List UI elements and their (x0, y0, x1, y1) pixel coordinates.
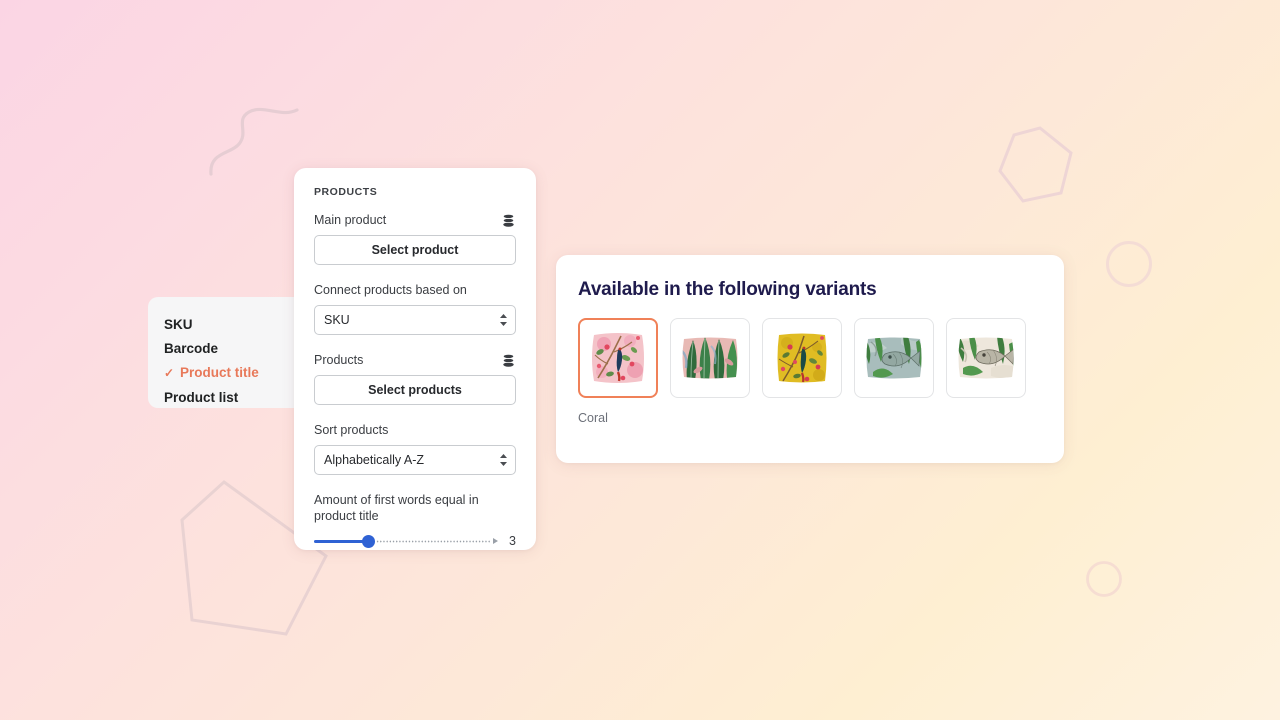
sort-products-select[interactable]: Alphabetically A-Z (314, 445, 516, 475)
squiggle-line-icon (205, 100, 305, 180)
connect-basis-row: Connect products based on (314, 282, 516, 299)
menu-item-label: SKU (164, 317, 193, 332)
check-icon: ✓ (164, 366, 175, 380)
slider-filled-track (314, 540, 364, 543)
slider-end-arrow-icon (493, 538, 498, 545)
circle-outline-icon (1085, 560, 1123, 598)
products-settings-card: PRODUCTS Main product Select product Con… (294, 168, 536, 550)
slider-remaining-track (376, 540, 491, 543)
select-product-button[interactable]: Select product (314, 235, 516, 265)
menu-item-product-title[interactable]: ✓ Product title (148, 363, 304, 383)
variants-heading: Available in the following variants (578, 279, 877, 300)
products-label: Products (314, 353, 364, 367)
circle-outline-icon (1105, 240, 1153, 288)
connect-basis-value: SKU (324, 313, 350, 327)
variant-tile-cream-fish[interactable] (946, 318, 1026, 398)
menu-item-label: Product list (164, 390, 239, 405)
menu-item-product-list[interactable]: Product list (148, 388, 304, 407)
variant-tile-ochre[interactable] (762, 318, 842, 398)
select-products-button[interactable]: Select products (314, 375, 516, 405)
word-count-slider-label: Amount of first words equal in product t… (314, 493, 479, 523)
slider-thumb[interactable] (362, 535, 375, 548)
variants-card: Available in the following variants Cora… (556, 255, 1064, 463)
connect-basis-select-wrap[interactable]: SKU (314, 305, 516, 335)
word-count-slider[interactable] (314, 533, 498, 549)
main-product-label: Main product (314, 213, 387, 227)
selected-variant-caption: Coral (578, 411, 608, 425)
stack-layers-icon (501, 353, 516, 368)
pillow-green-leaf-image (679, 334, 741, 382)
sort-products-value: Alphabetically A-Z (324, 453, 425, 467)
variants-thumbnail-row (578, 318, 1042, 398)
hexagon-outline-icon (995, 125, 1077, 209)
main-product-row: Main product (314, 212, 516, 229)
connect-basis-dropdown-menu[interactable]: SKU Barcode ✓ Product title Product list (148, 297, 304, 408)
word-count-slider-row: 3 (314, 533, 516, 549)
section-title-products: PRODUCTS (314, 186, 378, 198)
variant-tile-teal-fish[interactable] (854, 318, 934, 398)
menu-item-sku[interactable]: SKU (148, 315, 304, 334)
menu-item-barcode[interactable]: Barcode (148, 339, 304, 358)
stack-layers-icon (501, 213, 516, 228)
pillow-cream-fish-image (955, 334, 1017, 382)
connect-basis-select[interactable]: SKU (314, 305, 516, 335)
menu-item-label: Barcode (164, 341, 219, 356)
sort-products-select-wrap[interactable]: Alphabetically A-Z (314, 445, 516, 475)
sort-products-label: Sort products (314, 423, 389, 437)
variant-tile-coral[interactable] (578, 318, 658, 398)
connect-basis-label: Connect products based on (314, 283, 467, 297)
word-count-value: 3 (509, 534, 516, 548)
products-row: Products (314, 352, 516, 369)
app-canvas: SKU Barcode ✓ Product title Product list … (0, 0, 1280, 720)
pillow-teal-fish-image (863, 334, 925, 382)
pillow-yellow-floral-image (773, 329, 831, 387)
pillow-pink-floral-image (588, 328, 648, 388)
sort-products-row: Sort products (314, 422, 516, 439)
menu-item-label: Product title (180, 365, 259, 380)
variant-tile-banana-leaf[interactable] (670, 318, 750, 398)
